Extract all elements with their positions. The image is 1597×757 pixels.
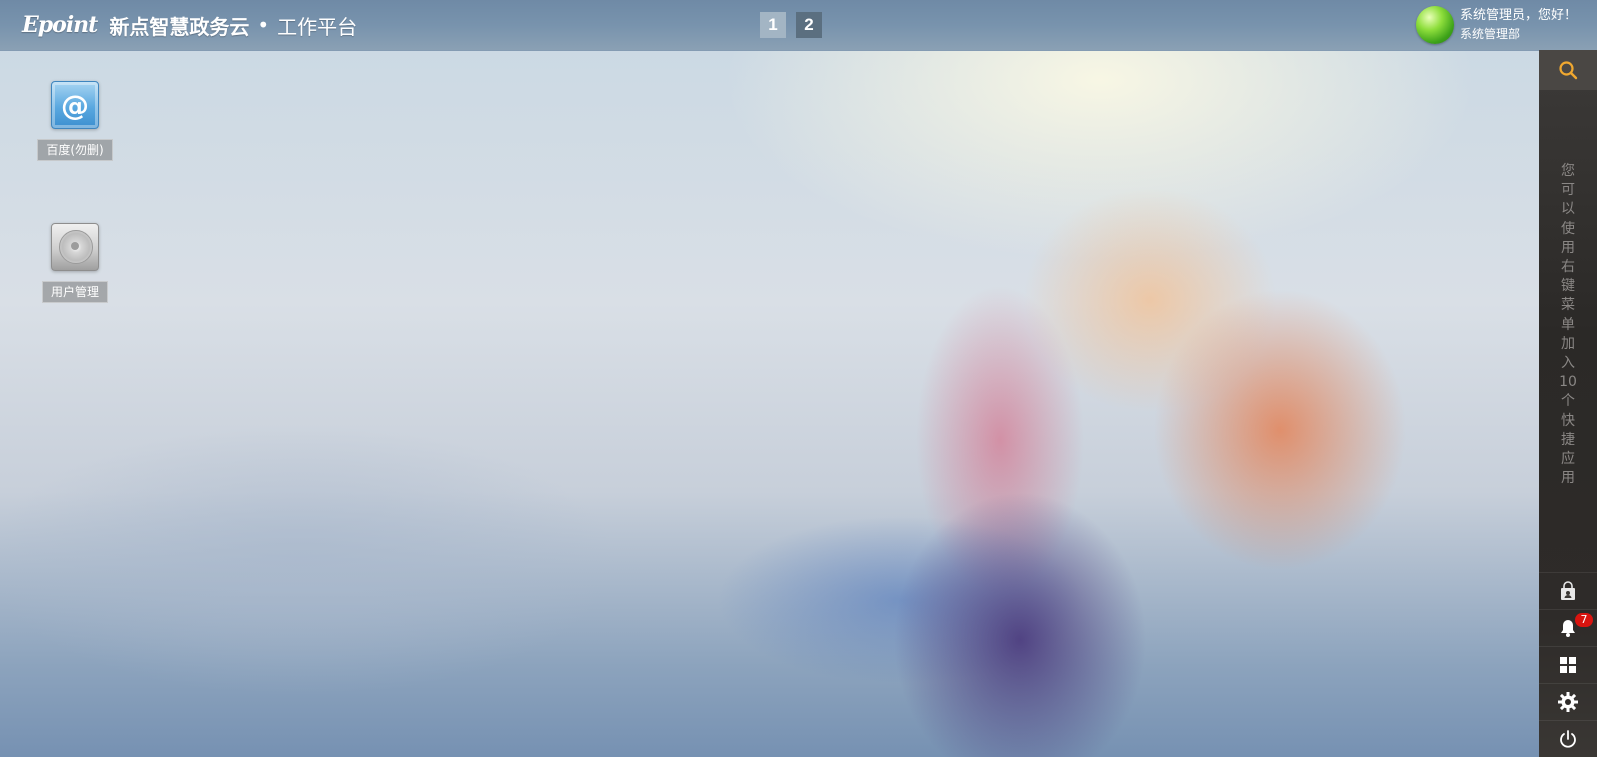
power-button[interactable] [1539, 720, 1597, 757]
mail-at-icon[interactable]: @ [51, 81, 99, 129]
apps-grid-button[interactable] [1539, 646, 1597, 683]
shopping-bag-icon [1561, 581, 1575, 600]
desktop-page-2[interactable]: 2 [796, 12, 822, 38]
app-subtitle: 工作平台 [277, 14, 358, 39]
brand: Epoint 新点智慧政务云 • 工作平台 [22, 9, 357, 41]
grid-icon [1560, 657, 1576, 673]
user-info: 系统管理员，您好！ 系统管理部 [1460, 7, 1577, 43]
avatar[interactable] [1415, 6, 1454, 44]
user-greeting: 系统管理员，您好！ [1459, 8, 1577, 23]
notification-badge: 7 [1575, 613, 1593, 627]
gear-icon [1558, 692, 1578, 712]
epoint-logo: Epoint [22, 12, 98, 38]
right-sidebar: 您可以使用右键菜单加入10个快捷应用 7 [1539, 50, 1597, 757]
desktop-app-label[interactable]: 百度(勿删) [37, 139, 113, 161]
power-icon [1560, 730, 1576, 748]
desktop: Epoint 新点智慧政务云 • 工作平台 1 2 系统管理员，您好！ 系统管理… [0, 0, 1597, 757]
desktop-pager: 1 2 [760, 12, 822, 38]
shortcut-hint: 您可以使用右键菜单加入10个快捷应用 [1559, 163, 1577, 487]
hard-disk-icon[interactable] [51, 223, 99, 271]
app-title: 新点智慧政务云 [109, 14, 250, 39]
notifications-button[interactable]: 7 [1539, 609, 1597, 646]
title-separator: • [257, 13, 270, 37]
settings-button[interactable] [1539, 683, 1597, 720]
desktop-page-1[interactable]: 1 [760, 12, 786, 38]
sidebar-tools: 7 [1539, 572, 1597, 757]
desktop-app-label[interactable]: 用户管理 [41, 281, 108, 303]
disk-hub [71, 242, 79, 250]
desktop-app-user-management[interactable]: 用户管理 [32, 223, 118, 303]
search-icon [1559, 61, 1578, 80]
desktop-app-baidu[interactable]: @ 百度(勿删) [32, 81, 118, 161]
app-store-button[interactable] [1539, 572, 1597, 609]
user-department: 系统管理部 [1459, 27, 1520, 41]
top-bar: Epoint 新点智慧政务云 • 工作平台 1 2 系统管理员，您好！ 系统管理… [0, 0, 1597, 51]
search-button[interactable] [1539, 50, 1597, 90]
user-panel[interactable]: 系统管理员，您好！ 系统管理部 [1415, 6, 1577, 44]
